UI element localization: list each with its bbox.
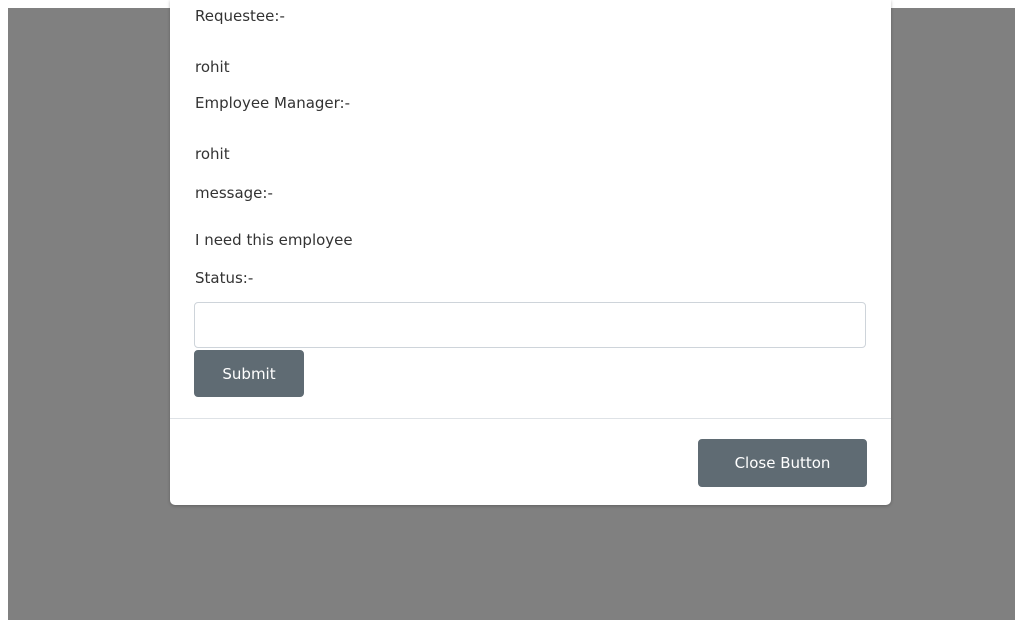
requestee-label: Requestee:- bbox=[195, 7, 285, 25]
status-label: Status:- bbox=[195, 269, 254, 287]
page: Requestee:- rohit Employee Manager:- roh… bbox=[0, 0, 1015, 620]
requestee-value: rohit bbox=[195, 58, 230, 76]
employee-manager-label: Employee Manager:- bbox=[195, 94, 351, 112]
status-input[interactable] bbox=[194, 302, 866, 348]
employee-manager-value: rohit bbox=[195, 145, 230, 163]
message-label: message:- bbox=[195, 184, 273, 202]
submit-button[interactable]: Submit bbox=[194, 350, 304, 397]
request-details-modal: Requestee:- rohit Employee Manager:- roh… bbox=[170, 0, 891, 505]
message-value: I need this employee bbox=[195, 231, 353, 249]
modal-body: Requestee:- rohit Employee Manager:- roh… bbox=[170, 0, 891, 418]
close-button[interactable]: Close Button bbox=[698, 439, 867, 487]
modal-footer: Close Button bbox=[170, 419, 891, 505]
